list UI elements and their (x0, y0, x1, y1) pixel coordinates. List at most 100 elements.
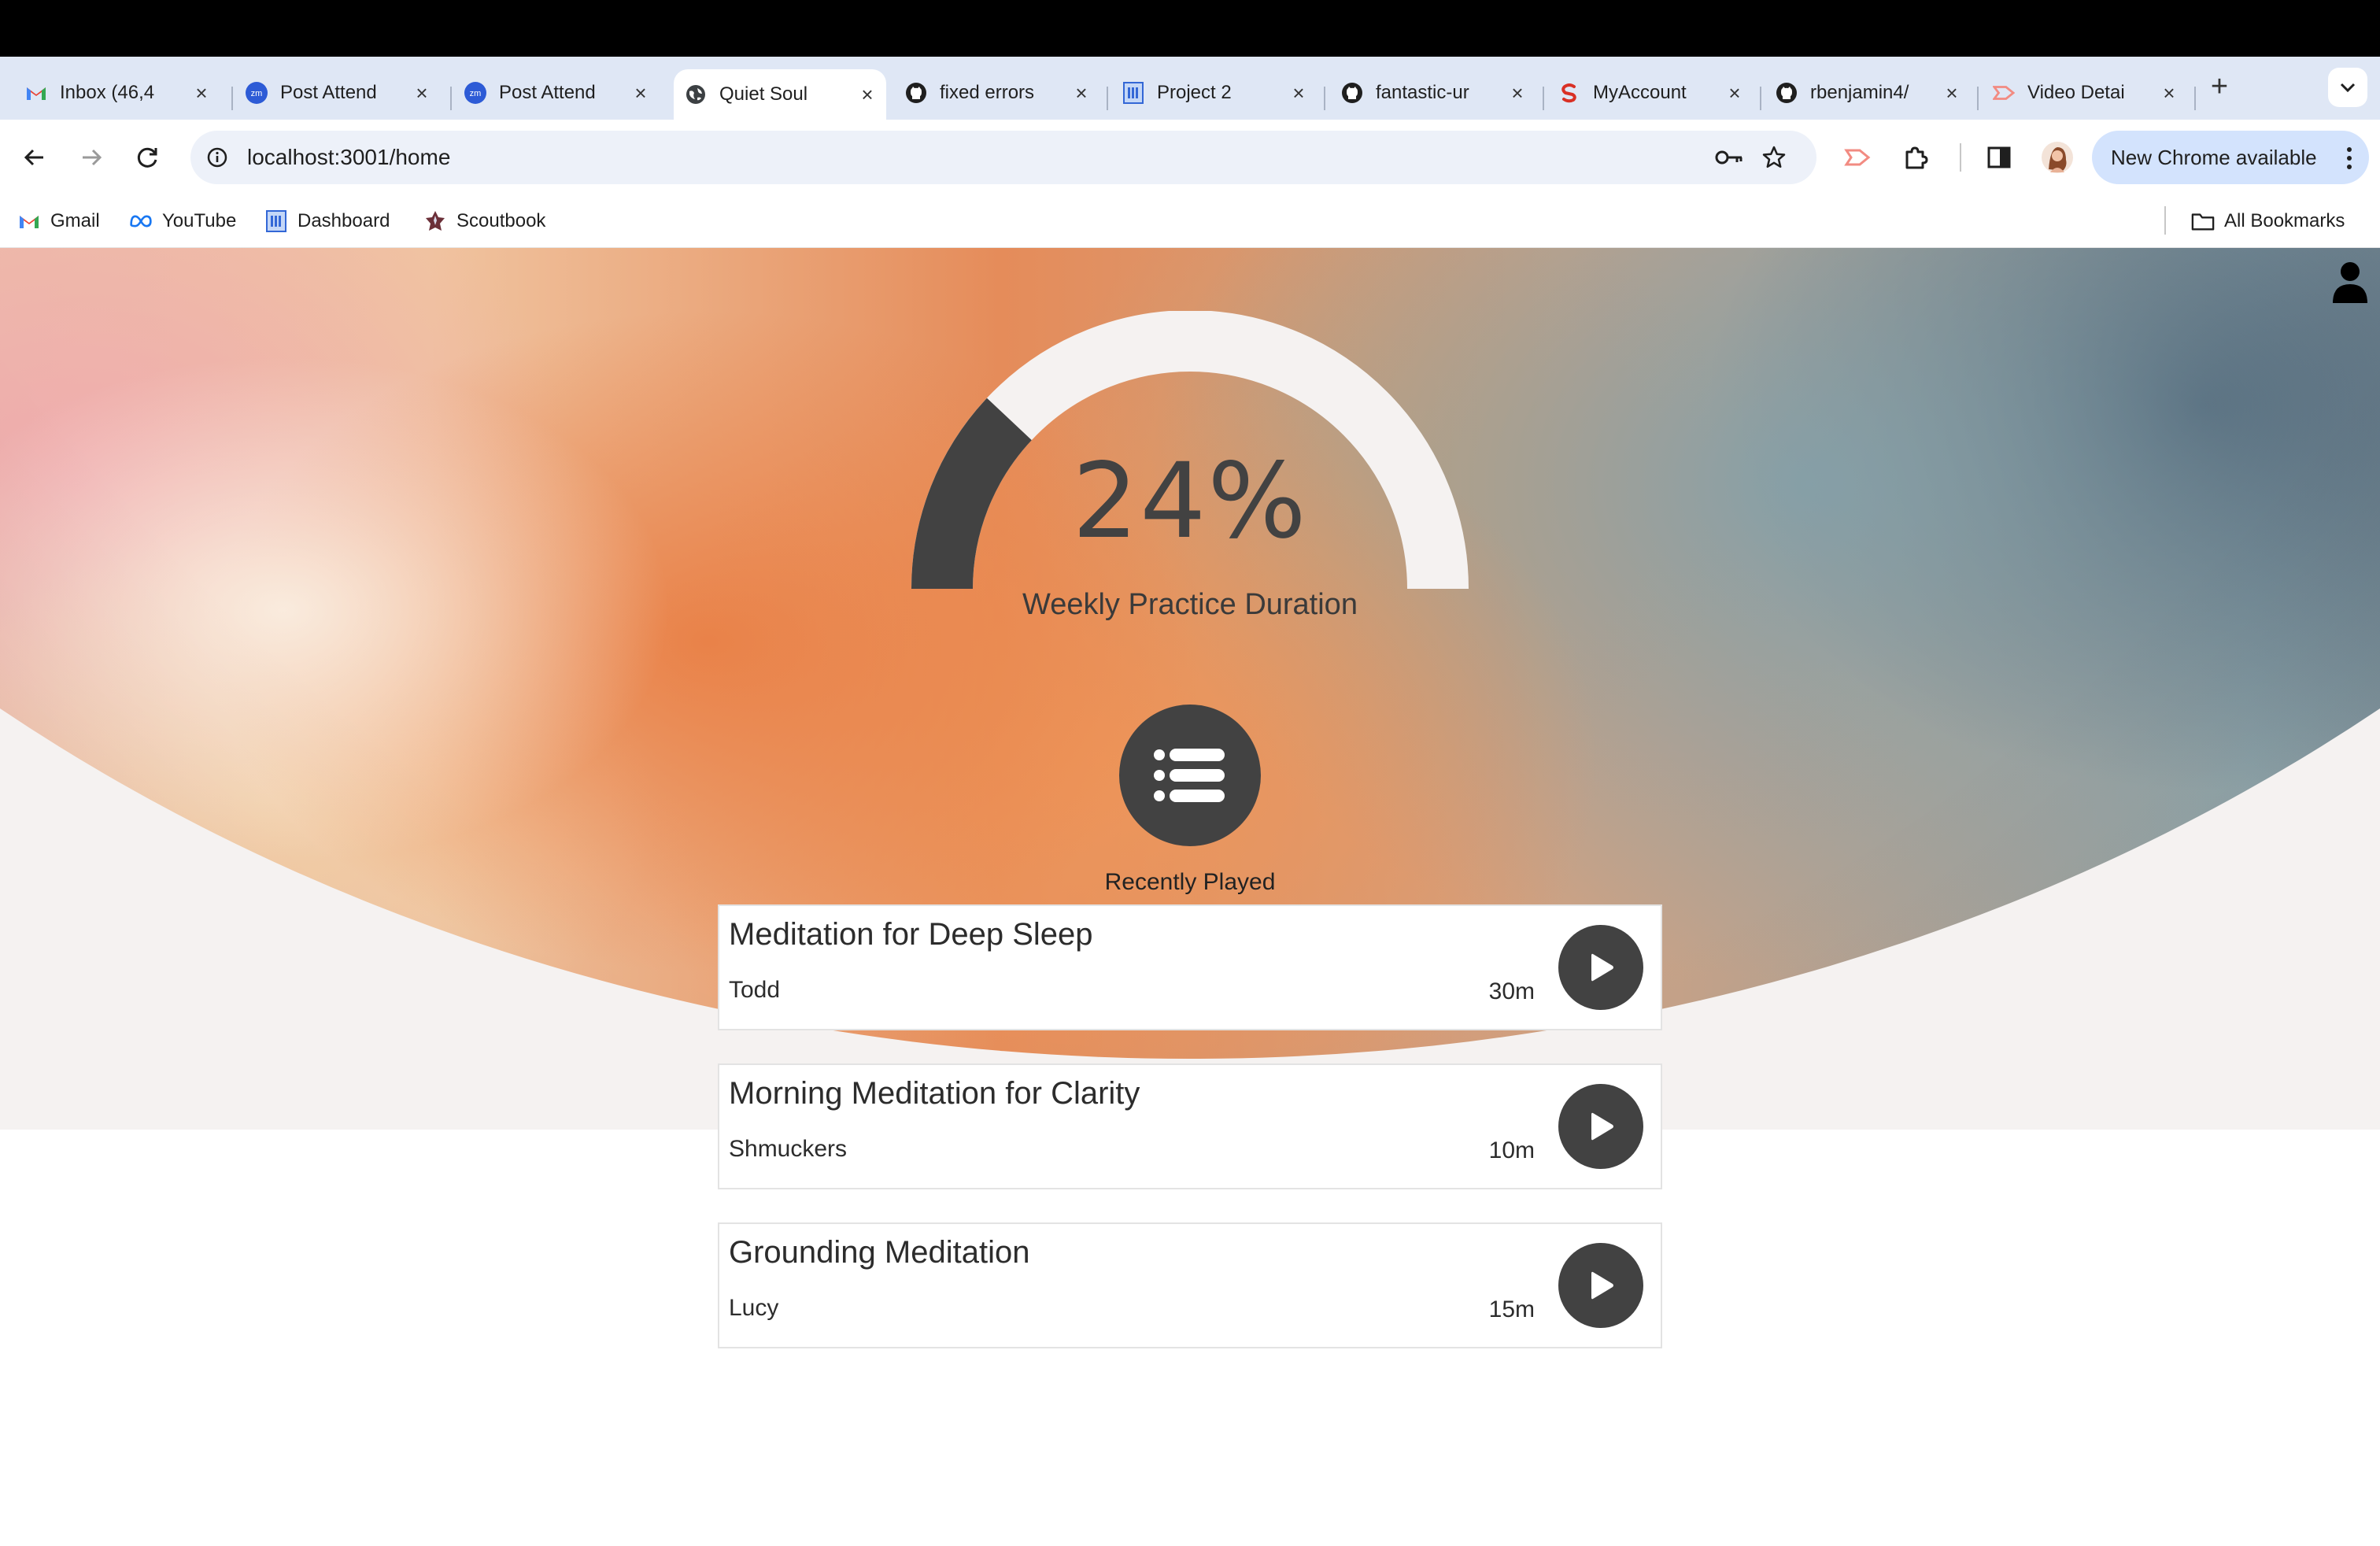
session-title: Meditation for Deep Sleep (729, 917, 1093, 952)
session-duration: 30m (1488, 978, 1535, 1004)
bookmark-label: Scoutbook (456, 210, 546, 231)
close-tab-icon[interactable]: × (630, 82, 652, 104)
bookmarks-bar: Gmail YouTube Dashboard Scoutbook All Bo… (0, 195, 2380, 248)
folder-icon (2191, 209, 2215, 233)
svg-text:zm: zm (251, 89, 263, 98)
recent-session-card[interactable]: Meditation for Deep Sleep Todd 30m (718, 904, 1662, 1030)
tab-title: Inbox (46,4 (60, 82, 155, 103)
close-tab-icon[interactable]: × (1070, 82, 1092, 104)
close-tab-icon[interactable]: × (2158, 82, 2180, 104)
tab-search-button[interactable] (2328, 68, 2367, 107)
forward-button[interactable] (72, 139, 110, 176)
tab-title: Post Attend (499, 82, 596, 103)
tab-separator (1543, 87, 1544, 110)
arrow-right-icon (83, 149, 102, 166)
tab-separator (2194, 87, 2196, 110)
play-button[interactable] (1558, 925, 1643, 1010)
close-tab-icon[interactable]: × (856, 83, 878, 105)
video-icon (1993, 82, 2015, 104)
bookmark-dashboard[interactable]: Dashboard (264, 206, 390, 236)
myaccount-icon (1558, 82, 1580, 104)
close-tab-icon[interactable]: × (190, 82, 213, 104)
tab-title: MyAccount (1593, 82, 1687, 103)
session-duration: 15m (1488, 1296, 1535, 1322)
tab-title: Quiet Soul (719, 83, 808, 105)
tab-post-attend-1[interactable]: zm Post Attend × (235, 69, 441, 117)
meta-icon (129, 209, 153, 233)
person-icon (2333, 262, 2367, 303)
os-top-bar (0, 0, 2380, 57)
play-icon (1591, 953, 1613, 982)
play-button[interactable] (1558, 1243, 1643, 1328)
bookmark-gmail[interactable]: Gmail (17, 206, 100, 236)
back-button[interactable] (16, 139, 54, 176)
close-tab-icon[interactable]: × (1288, 82, 1310, 104)
recently-played-heading: Recently Played (1104, 869, 1276, 895)
tab-project-2[interactable]: Project 2 × (1111, 69, 1318, 117)
recent-session-card[interactable]: Grounding Meditation Lucy 15m (718, 1222, 1662, 1348)
recent-session-card[interactable]: Morning Meditation for Clarity Shmuckers… (718, 1063, 1662, 1189)
play-icon (1591, 1112, 1613, 1141)
avatar (2042, 142, 2073, 173)
star-icon[interactable] (1761, 145, 1787, 170)
profile-button[interactable] (2038, 139, 2076, 176)
video-icon (1844, 149, 1871, 166)
tab-quiet-soul[interactable]: Quiet Soul × (674, 69, 886, 120)
close-tab-icon[interactable]: × (1724, 82, 1746, 104)
url-text[interactable]: localhost:3001/home (247, 145, 450, 170)
tab-separator (231, 87, 233, 110)
address-bar[interactable]: localhost:3001/home (190, 131, 1816, 184)
tab-separator (450, 87, 452, 110)
bookmark-label: Gmail (50, 210, 100, 231)
bookmark-label: YouTube (162, 210, 237, 231)
github-icon (1776, 82, 1798, 104)
user-profile-button[interactable] (2328, 259, 2372, 306)
playlist-button[interactable] (1119, 705, 1261, 846)
chevron-down-icon (2340, 83, 2356, 93)
progress-value: 24% (1072, 441, 1308, 562)
reload-button[interactable] (129, 139, 167, 176)
tab-post-attend-2[interactable]: zm Post Attend × (453, 69, 660, 117)
more-vert-icon (2347, 147, 2352, 169)
tab-separator (1760, 87, 1761, 110)
update-label: New Chrome available (2111, 145, 2317, 169)
github-icon (1341, 82, 1363, 104)
tab-title: fixed errors (940, 82, 1035, 103)
bookmark-scoutbook[interactable]: Scoutbook (423, 206, 545, 236)
tab-title: Video Detai (2027, 82, 2125, 103)
zoom-icon: zm (246, 82, 268, 104)
bookmarks-divider (2164, 206, 2166, 235)
list-icon (1154, 749, 1225, 802)
tab-title: Post Attend (280, 82, 377, 103)
all-bookmarks-button[interactable]: All Bookmarks (2191, 206, 2345, 236)
video-extension-button[interactable] (1839, 139, 1876, 176)
close-tab-icon[interactable]: × (1506, 82, 1528, 104)
new-chrome-available-button[interactable]: New Chrome available (2092, 131, 2369, 184)
tab-fixed-errors[interactable]: fixed errors × (894, 69, 1100, 117)
arrow-left-icon (24, 149, 43, 166)
side-panel-icon (1987, 146, 2011, 168)
key-icon[interactable] (1714, 146, 1744, 168)
close-tab-icon[interactable]: × (411, 82, 433, 104)
extensions-button[interactable] (1897, 139, 1935, 176)
close-tab-icon[interactable]: × (1941, 82, 1963, 104)
gmail-icon (25, 82, 47, 104)
site-info-icon[interactable] (206, 146, 228, 168)
new-tab-button[interactable]: + (2202, 69, 2237, 104)
session-author: Lucy (729, 1295, 779, 1321)
tab-rbenjamin[interactable]: rbenjamin4/ × (1765, 69, 1971, 117)
globe-icon (685, 83, 707, 105)
tab-strip: Inbox (46,4 × zm Post Attend × zm Post A… (0, 57, 2380, 120)
tab-inbox[interactable]: Inbox (46,4 × (14, 69, 220, 117)
side-panel-button[interactable] (1980, 139, 2018, 176)
tab-myaccount[interactable]: MyAccount × (1547, 69, 1754, 117)
play-button[interactable] (1558, 1084, 1643, 1169)
gmail-icon (17, 209, 41, 233)
tab-fantastic[interactable]: fantastic-ur × (1330, 69, 1536, 117)
bookmark-youtube[interactable]: YouTube (129, 206, 236, 236)
tab-video-detail[interactable]: Video Detai × (1982, 69, 2188, 117)
bookmark-label: All Bookmarks (2224, 210, 2345, 231)
app-page: 24% Weekly Practice Duration Recently Pl… (0, 248, 2380, 1546)
scout-icon (423, 209, 447, 233)
session-duration: 10m (1488, 1137, 1535, 1163)
